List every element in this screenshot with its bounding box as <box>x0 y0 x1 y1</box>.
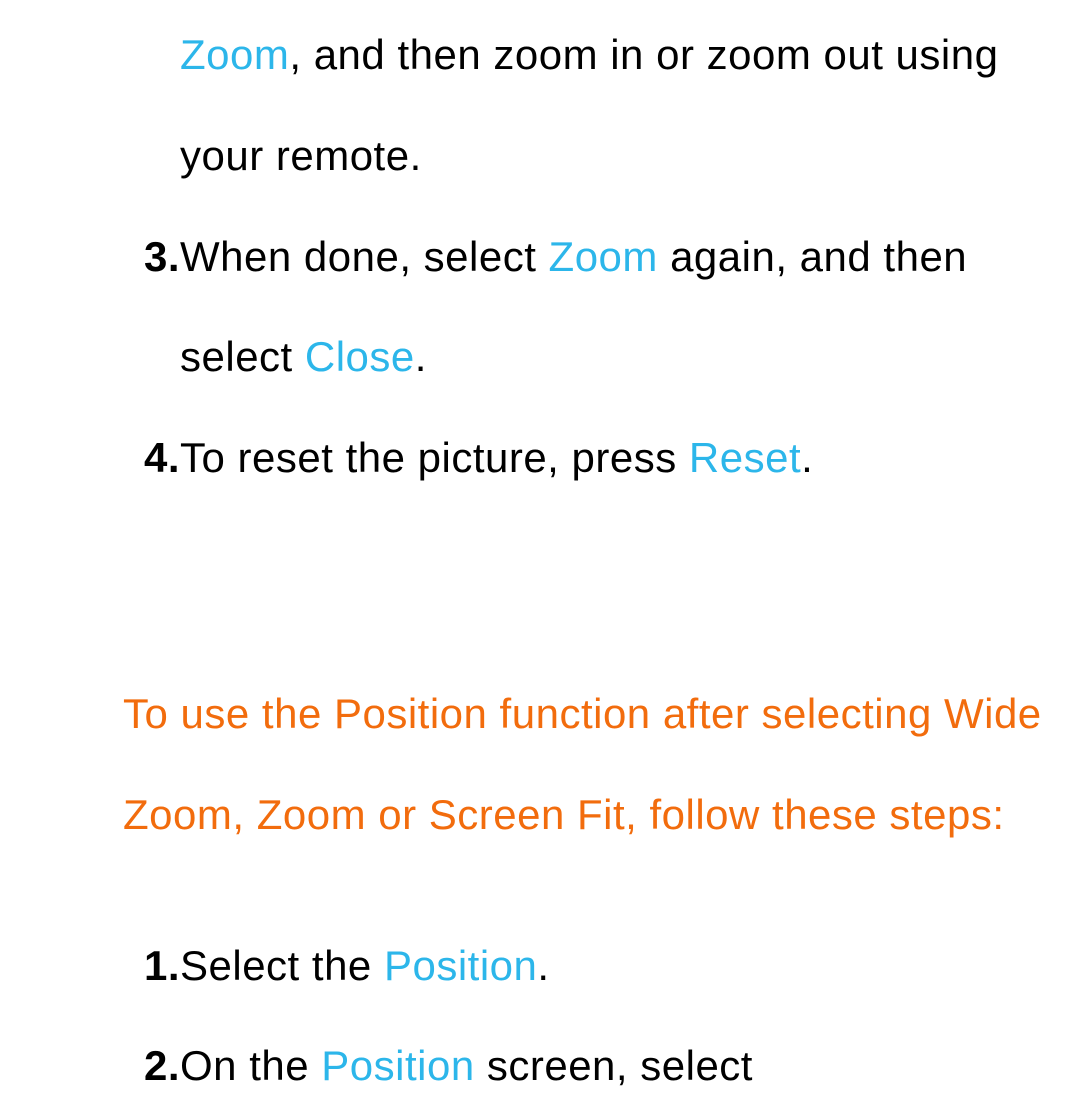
text-run: . <box>801 434 813 481</box>
list-item-body: Zoom, and then zoom in or zoom out using… <box>180 5 1075 207</box>
list-item-body: To reset the picture, press Reset. <box>180 408 1075 509</box>
text-run: To reset the picture, press <box>180 434 689 481</box>
list-item-body: When done, select Zoom again, and then s… <box>180 207 1075 409</box>
highlight-term: Close <box>305 333 415 380</box>
highlight-term: Zoom <box>180 31 289 78</box>
highlight-term: Position <box>321 1042 474 1089</box>
list-item-body: Select the Position. <box>180 916 1075 1017</box>
text-run: Select the <box>180 942 384 989</box>
text-run: When done, select <box>180 233 549 280</box>
list-marker: 2. <box>5 1016 180 1104</box>
list-item: 4. To reset the picture, press Reset. <box>5 408 1075 509</box>
highlight-term: Reset <box>689 434 801 481</box>
list-item: 2. On the Position screen, select <box>5 1016 1075 1104</box>
highlight-term: Zoom <box>549 233 658 280</box>
ordered-list-b: 1. Select the Position.2. On the Positio… <box>5 916 1075 1104</box>
section-heading: To use the Position function after selec… <box>123 664 1055 866</box>
text-run: On the <box>180 1042 321 1089</box>
highlight-term: Position <box>384 942 537 989</box>
text-run: screen, select <box>475 1042 753 1089</box>
list-item: Zoom, and then zoom in or zoom out using… <box>5 5 1075 207</box>
list-item-body: On the Position screen, select <box>180 1016 1075 1104</box>
list-item: 1. Select the Position. <box>5 916 1075 1017</box>
list-item: 3. When done, select Zoom again, and the… <box>5 207 1075 409</box>
list-marker: 4. <box>5 408 180 509</box>
document-page: Zoom, and then zoom in or zoom out using… <box>0 0 1080 1104</box>
text-run: . <box>415 333 427 380</box>
text-run: . <box>537 942 549 989</box>
list-marker: 1. <box>5 916 180 1017</box>
ordered-list-a: Zoom, and then zoom in or zoom out using… <box>5 5 1075 509</box>
text-run: , and then zoom in or zoom out using you… <box>180 31 998 179</box>
list-marker: 3. <box>5 207 180 308</box>
